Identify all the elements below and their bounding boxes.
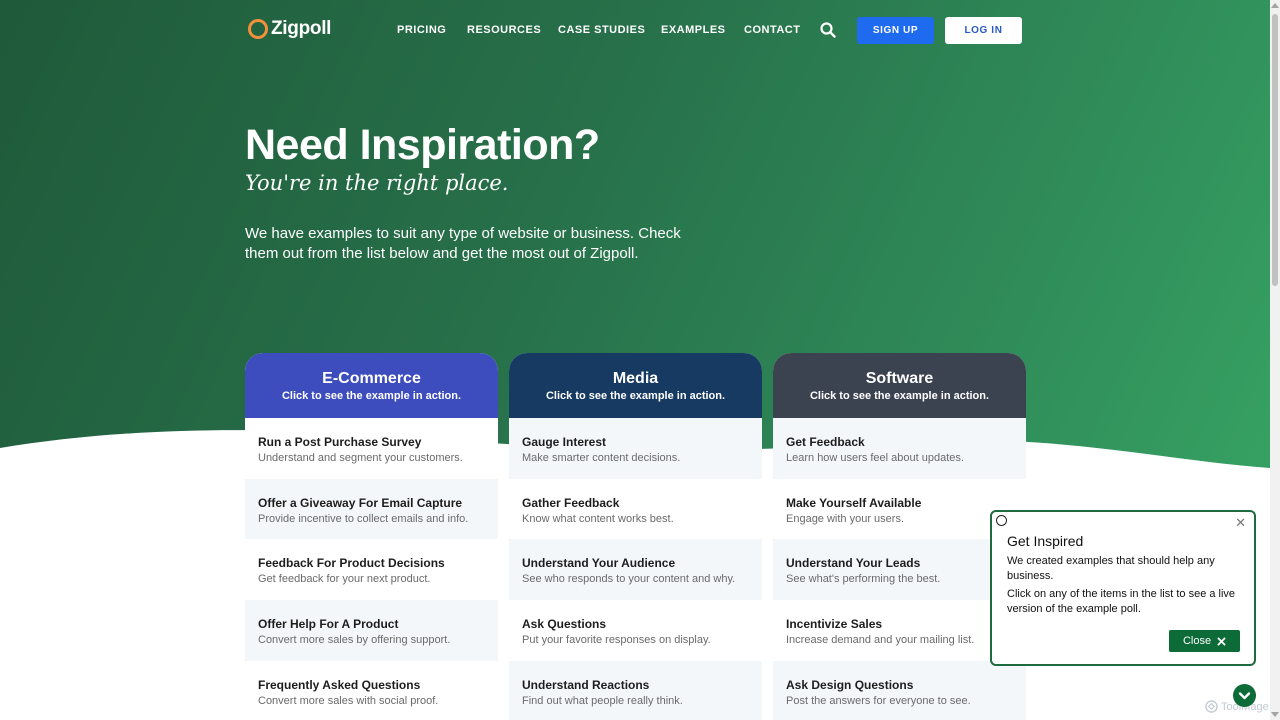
zigpoll-logo[interactable]: Zigpoll xyxy=(248,18,331,40)
card-subtitle: Click to see the example in action. xyxy=(281,390,462,402)
card-header: Media Click to see the example in action… xyxy=(509,353,762,418)
card-title: E-Commerce xyxy=(322,370,421,387)
list-item[interactable]: Run a Post Purchase Survey Understand and… xyxy=(245,418,498,479)
nav-resources[interactable]: RESOURCES xyxy=(467,24,541,36)
card-media: Media Click to see the example in action… xyxy=(509,353,762,720)
item-name: Offer a Giveaway For Email Capture xyxy=(258,495,463,510)
item-name: Understand Your Leads xyxy=(786,556,921,571)
item-desc: See who responds to your content and why… xyxy=(522,573,736,586)
popup-title: Get Inspired xyxy=(1007,533,1084,549)
card-header: E-Commerce Click to see the example in a… xyxy=(245,353,498,418)
item-name: Ask Questions xyxy=(522,617,607,632)
search-icon[interactable] xyxy=(820,22,836,38)
item-desc: Put your favorite responses on display. xyxy=(522,634,711,647)
hero-title: Need Inspiration? xyxy=(245,121,600,169)
popup-text-1: We created examples that should help any… xyxy=(1007,555,1215,582)
close-icon[interactable]: ✕ xyxy=(1235,515,1246,531)
logo-text: Zigpoll xyxy=(271,18,332,39)
chevron-down-icon xyxy=(1238,692,1251,700)
x-icon xyxy=(1217,636,1226,646)
item-name: Gauge Interest xyxy=(522,435,607,449)
card-software: Software Click to see the example in act… xyxy=(773,353,1026,720)
page-scrollbar[interactable] xyxy=(1270,0,1280,720)
list-item[interactable]: Offer a Giveaway For Email Capture Provid… xyxy=(245,478,498,540)
item-name: Offer Help For A Product xyxy=(258,617,399,632)
logo-ring-icon xyxy=(248,19,268,39)
card-header: Software Click to see the example in act… xyxy=(773,353,1026,418)
card-title: Software xyxy=(865,370,934,387)
item-desc: Find out what people really think. xyxy=(522,694,683,707)
item-desc: Increase demand and your mailing list. xyxy=(786,634,975,647)
list-item[interactable]: Get Feedback Learn how users feel about u… xyxy=(773,418,1026,479)
item-name: Feedback For Product Decisions xyxy=(258,556,445,571)
list-item[interactable]: Ask Questions Put your favorite responses… xyxy=(509,600,762,661)
item-desc: Learn how users feel about updates. xyxy=(786,452,964,464)
scroll-down-arrow-icon[interactable] xyxy=(1271,712,1279,717)
scroll-up-arrow-icon[interactable] xyxy=(1271,3,1279,8)
item-name: Incentivize Sales xyxy=(786,617,883,632)
item-desc: See what's performing the best. xyxy=(786,573,941,586)
list-item[interactable]: Gather Feedback Know what content works b… xyxy=(509,479,762,540)
item-name: Understand Your Audience xyxy=(522,556,676,571)
card-e-commerce: E-Commerce Click to see the example in a… xyxy=(245,353,498,720)
nav-pricing[interactable]: PRICING xyxy=(397,24,446,36)
nav-contact[interactable]: CONTACT xyxy=(744,24,800,36)
watermark-logo-icon xyxy=(1205,700,1218,713)
item-desc: Know what content works best. xyxy=(522,512,674,525)
nav-case-studies[interactable]: CASE STUDIES xyxy=(558,24,645,36)
nav-examples[interactable]: EXAMPLES xyxy=(661,24,726,36)
item-desc: Make smarter content decisions. xyxy=(522,452,681,464)
site-header: Zigpoll PRICING RESOURCES CASE STUDIES E… xyxy=(0,0,1270,60)
item-name: Ask Design Questions xyxy=(786,677,914,692)
item-name: Run a Post Purchase Survey xyxy=(258,435,422,449)
circle-icon xyxy=(996,515,1007,526)
list-item[interactable]: Understand Your Audience See who responds… xyxy=(509,539,762,601)
card-title: Media xyxy=(612,370,659,387)
hero-subtitle: You're in the right place. xyxy=(245,171,509,195)
item-desc: Convert more sales with social proof. xyxy=(258,694,439,707)
sign-up-button[interactable]: SIGN UP xyxy=(857,17,934,44)
list-item[interactable]: Offer Help For A Product Convert more sal… xyxy=(245,600,498,661)
list-item[interactable]: Understand Reactions Find out what people… xyxy=(509,660,762,720)
item-name: Get Feedback xyxy=(786,435,865,449)
popup-text-2: Click on any of the items in the list to… xyxy=(1007,588,1236,615)
list-item[interactable]: Understand Your Leads See what's performi… xyxy=(773,539,1026,601)
hero-section: Need Inspiration? You're in the right pl… xyxy=(245,120,695,264)
chevron-down-button[interactable] xyxy=(1233,684,1256,707)
item-desc: Understand and segment your customers. xyxy=(258,452,463,464)
item-name: Understand Reactions xyxy=(522,677,650,692)
item-name: Frequently Asked Questions xyxy=(258,677,421,692)
close-button-label: Close xyxy=(1182,635,1212,647)
item-desc: Engage with your users. xyxy=(786,512,905,525)
list-item[interactable]: Frequently Asked Questions Convert more s… xyxy=(245,661,498,720)
item-name: Gather Feedback xyxy=(522,495,620,510)
item-desc: Get feedback for your next product. xyxy=(258,573,431,586)
list-item[interactable]: Feedback For Product Decisions Get feedba… xyxy=(245,539,498,600)
list-item[interactable]: Make Yourself Available Engage with your … xyxy=(773,479,1026,540)
item-desc: Post the answers for everyone to see. xyxy=(786,694,971,707)
item-name: Make Yourself Available xyxy=(786,495,922,510)
get-inspired-popup: ✕ Get Inspired We created examples that … xyxy=(990,510,1256,666)
list-item[interactable]: Incentivize Sales Increase demand and you… xyxy=(773,600,1026,661)
log-in-button[interactable]: LOG IN xyxy=(945,17,1022,44)
item-desc: Convert more sales by offering support. xyxy=(258,634,451,647)
list-item[interactable]: Gauge Interest Make smarter content decis… xyxy=(509,418,762,479)
scroll-thumb[interactable] xyxy=(1272,14,1278,286)
card-subtitle: Click to see the example in action. xyxy=(809,390,990,402)
card-subtitle: Click to see the example in action. xyxy=(545,390,726,402)
list-item[interactable]: Ask Design Questions Post the answers for… xyxy=(773,660,1026,720)
item-desc: Provide incentive to collect emails and … xyxy=(258,512,469,525)
hero-description: We have examples to suit any type of web… xyxy=(245,225,681,262)
popup-close-button[interactable]: Close xyxy=(1169,630,1240,652)
